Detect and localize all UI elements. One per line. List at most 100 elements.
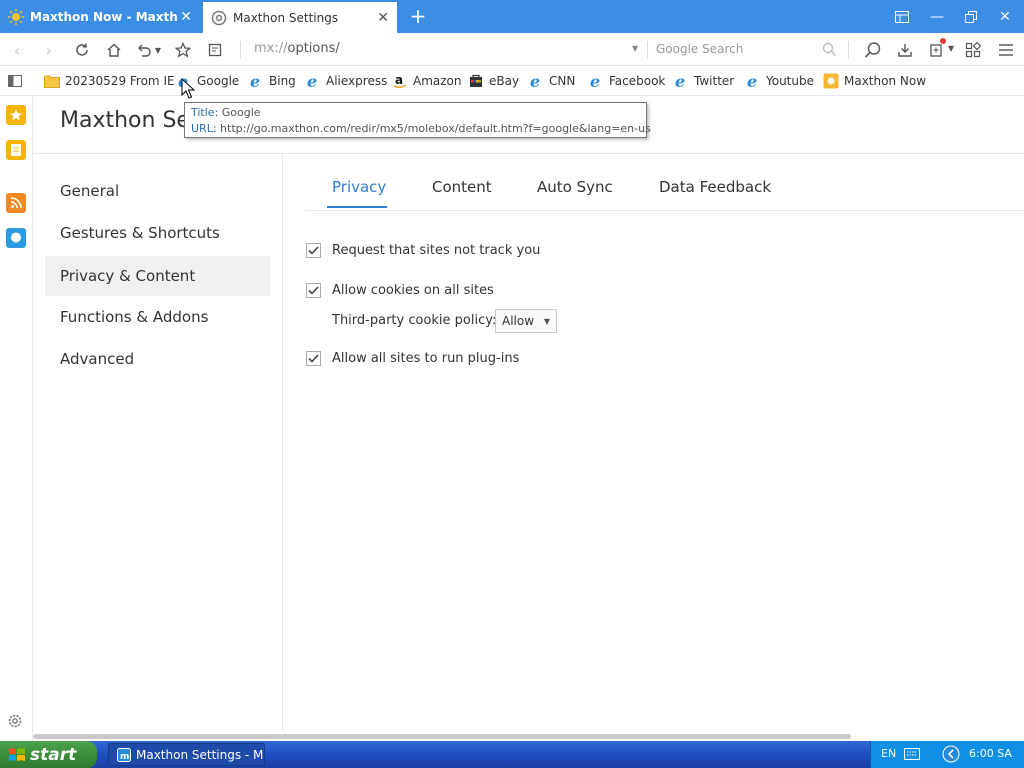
bookmark-label: CNN [549, 74, 576, 88]
divider [33, 153, 1024, 154]
bookmark-youtube[interactable]: e Youtube [745, 72, 814, 90]
do-not-track-checkbox[interactable] [306, 243, 321, 258]
bookmark-label: Bing [269, 74, 296, 88]
reader-mode-icon[interactable] [204, 39, 226, 61]
svg-text:e: e [590, 73, 600, 89]
close-window-button[interactable]: ✕ [988, 0, 1022, 33]
mouse-cursor [181, 77, 196, 103]
undo-dropdown-icon[interactable]: ▼ [152, 39, 164, 61]
apps-grid-icon[interactable] [962, 39, 984, 61]
bookmark-maxthon-now[interactable]: Maxthon Now [823, 72, 926, 90]
ebay-icon [468, 73, 484, 89]
option-label: Allow all sites to run plug-ins [332, 351, 520, 366]
url-scheme: mx:// [254, 41, 288, 56]
nav-item-gestures-shortcuts[interactable]: Gestures & Shortcuts [45, 213, 270, 253]
tab-data-feedback[interactable]: Data Feedback [659, 178, 771, 196]
bookmark-facebook[interactable]: e Facebook [588, 72, 665, 90]
nav-item-functions-addons[interactable]: Functions & Addons [45, 297, 270, 337]
magnifier-tool-icon[interactable] [862, 39, 884, 61]
address-toolbar: ‹ › ▼ mx://options/ ▼ Google Search ▼ [0, 33, 1024, 66]
search-input[interactable]: Google Search [656, 42, 743, 56]
favorites-star-icon[interactable] [6, 105, 26, 125]
svg-text:e: e [747, 73, 757, 89]
start-label: start [30, 744, 77, 765]
divider [305, 210, 1024, 211]
keyboard-icon[interactable] [904, 748, 920, 763]
tooltip-url-label: URL: [191, 122, 217, 135]
horizontal-scrollbar[interactable] [33, 732, 1024, 741]
bookmark-tooltip: Title: Google URL: http://go.maxthon.com… [184, 102, 651, 138]
tooltip-url-value: http://go.maxthon.com/redir/mx5/molebox/… [220, 122, 651, 135]
maxthon-tray-icon[interactable] [942, 745, 960, 766]
divider [647, 41, 648, 59]
tab-content[interactable]: Content [432, 178, 492, 196]
nav-item-general[interactable]: General [45, 171, 270, 211]
bookmark-amazon[interactable]: a Amazon [392, 72, 462, 90]
option-allow-plugins: Allow all sites to run plug-ins [306, 351, 519, 366]
svg-text:e: e [675, 73, 685, 89]
select-value: Allow [502, 314, 535, 328]
download-icon[interactable] [894, 39, 916, 61]
language-indicator[interactable]: EN [881, 747, 896, 760]
allow-cookies-checkbox[interactable] [306, 283, 321, 298]
chevron-down-icon: ▼ [543, 316, 550, 326]
new-tab-button[interactable]: + [408, 5, 428, 27]
chat-bubble-icon[interactable] [6, 228, 26, 248]
tab-auto-sync[interactable]: Auto Sync [537, 178, 613, 196]
option-allow-cookies: Allow cookies on all sites [306, 283, 494, 298]
divider [240, 41, 241, 59]
bookmark-folder-ie[interactable]: 20230529 From IE [44, 72, 175, 90]
menu-icon[interactable] [995, 39, 1017, 61]
sidebar-panel-icon[interactable] [8, 75, 22, 91]
third-party-cookie-select[interactable]: Allow ▼ [495, 309, 557, 333]
tab-maxthon-now[interactable]: Maxthon Now - Maxthon S ✕ [0, 0, 200, 33]
extensions-dropdown-icon[interactable]: ▼ [948, 44, 954, 53]
restore-button[interactable] [954, 0, 988, 33]
tooltip-title-value: Google [221, 106, 261, 119]
bookmark-aliexpress[interactable]: e Aliexpress [305, 72, 387, 90]
search-icon[interactable] [822, 42, 837, 61]
folder-icon [44, 73, 60, 89]
address-input[interactable]: mx://options/ [254, 41, 340, 56]
close-tab-icon[interactable]: ✕ [180, 9, 192, 25]
bookmark-ebay[interactable]: eBay [468, 72, 519, 90]
bookmark-label: Youtube [766, 74, 814, 88]
option-do-not-track: Request that sites not track you [306, 243, 540, 258]
tab-privacy[interactable]: Privacy [332, 178, 386, 196]
back-icon[interactable]: ‹ [6, 39, 28, 61]
sun-icon [8, 8, 24, 25]
notification-dot [940, 38, 946, 44]
ie-icon: e [248, 73, 264, 89]
minimize-button[interactable]: — [920, 0, 954, 33]
nav-item-privacy-content[interactable]: Privacy & Content [45, 256, 270, 296]
bookmark-label: Google [197, 74, 240, 88]
tab-title: Maxthon Now - Maxthon S [30, 9, 178, 24]
close-tab-icon[interactable]: ✕ [377, 10, 389, 26]
bookmark-cnn[interactable]: e CNN [528, 72, 575, 90]
nav-item-advanced[interactable]: Advanced [45, 339, 270, 379]
home-icon[interactable] [103, 39, 125, 61]
taskbar-item-maxthon[interactable]: m Maxthon Settings - M... [108, 743, 265, 766]
reload-icon[interactable] [71, 39, 93, 61]
bookmark-label: Facebook [609, 74, 666, 88]
bookmark-label: Twitter [694, 74, 735, 88]
tab-title: Maxthon Settings [233, 10, 339, 25]
forward-icon[interactable]: › [38, 39, 60, 61]
notes-icon[interactable] [6, 140, 26, 160]
bookmark-label: Amazon [413, 74, 462, 88]
rss-icon[interactable] [6, 193, 26, 213]
active-tab-indicator [327, 206, 387, 208]
allow-plugins-checkbox[interactable] [306, 351, 321, 366]
tab-maxthon-settings[interactable]: Maxthon Settings ✕ [203, 2, 397, 33]
favorite-star-icon[interactable] [172, 39, 194, 61]
scrollbar-thumb[interactable] [33, 734, 851, 739]
tab-bar: Maxthon Now - Maxthon S ✕ Maxthon Settin… [0, 0, 1024, 33]
bookmark-twitter[interactable]: e Twitter [673, 72, 734, 90]
bookmark-label: Maxthon Now [844, 74, 927, 88]
address-dropdown-icon[interactable]: ▼ [632, 44, 638, 53]
bookmark-bing[interactable]: e Bing [248, 72, 296, 90]
start-button[interactable]: start [0, 741, 97, 768]
taskbar: start m Maxthon Settings - M... EN 6:00 … [0, 741, 1024, 768]
settings-gear-icon[interactable] [7, 713, 23, 733]
sidebar-toggle-icon[interactable] [885, 0, 919, 33]
